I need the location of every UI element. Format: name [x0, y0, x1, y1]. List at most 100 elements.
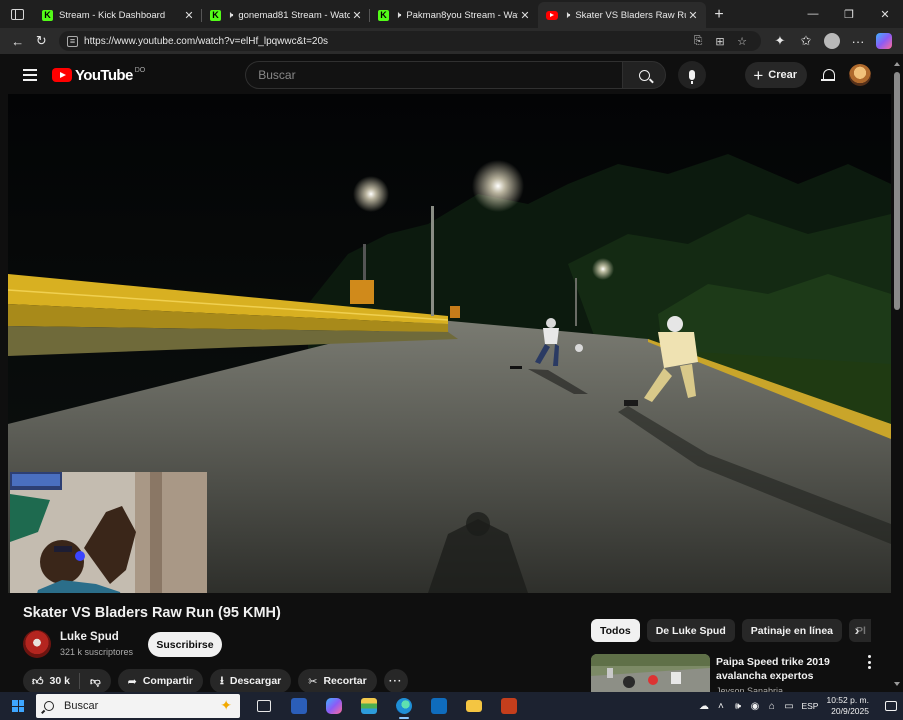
minimize-icon[interactable]: — — [795, 8, 831, 20]
favorite-star-icon[interactable]: ☆ — [731, 35, 753, 48]
outlook-icon — [430, 698, 447, 714]
chip-patinaje-en-linea[interactable]: Patinaje en línea — [741, 619, 843, 642]
clip-button[interactable]: ✂ Recortar — [298, 669, 377, 693]
notifications-bell-icon[interactable] — [821, 68, 835, 82]
scrollbar-thumb[interactable] — [894, 72, 900, 310]
chip-todos[interactable]: Todos — [591, 619, 640, 642]
search-input[interactable] — [258, 68, 623, 82]
video-player[interactable] — [8, 94, 891, 593]
muted-speaker-icon[interactable]: 🕨 — [227, 10, 233, 21]
favorites-button[interactable]: ✩ — [793, 30, 819, 52]
layered-app-icon — [360, 698, 377, 714]
account-avatar[interactable] — [849, 64, 871, 86]
search-bar — [245, 61, 707, 89]
browser-tab-kick-dashboard[interactable]: K Stream - Kick Dashboard ✕ — [34, 2, 202, 28]
tab-title: gonemad81 Stream - Watch — [238, 9, 350, 21]
page-scrollbar[interactable] — [891, 56, 903, 692]
windows-logo-icon — [12, 700, 24, 712]
taskbar-stack-app[interactable] — [351, 692, 386, 720]
powerpoint-icon — [500, 698, 517, 714]
url-text[interactable]: https://www.youtube.com/watch?v=elHf_lpq… — [84, 36, 687, 47]
profile-avatar-icon — [824, 33, 840, 49]
settings-more-button[interactable]: ··· — [845, 30, 871, 52]
browser-tab-pakman8you[interactable]: K 🕨 Pakman8you Stream - Watch ✕ — [370, 2, 538, 28]
recommendation-thumbnail[interactable] — [591, 654, 710, 692]
reading-mode-icon[interactable]: ⎘ — [687, 35, 709, 48]
chevron-right-icon[interactable]: › — [848, 621, 866, 639]
channel-avatar[interactable] — [23, 630, 51, 658]
taskbar-word[interactable] — [281, 692, 316, 720]
new-tab-button[interactable]: + — [706, 2, 732, 28]
volume-icon[interactable]: 🕪 — [729, 701, 746, 712]
scroll-down-arrow-icon[interactable] — [894, 682, 900, 686]
channel-name[interactable]: Luke Spud — [60, 631, 119, 643]
like-dislike-group: 👍︎ 30 k 👎︎ — [23, 669, 111, 693]
browser-tab-gonemad81[interactable]: K 🕨 gonemad81 Stream - Watch ✕ — [202, 2, 370, 28]
tab-actions-menu-button[interactable] — [0, 0, 34, 28]
extensions-button[interactable]: ✦ — [767, 30, 793, 52]
voice-search-button[interactable] — [678, 61, 707, 89]
recommendation-channel[interactable]: Jeyson Sanabria — [716, 685, 783, 692]
restore-icon[interactable]: ❐ — [831, 8, 867, 21]
close-icon[interactable]: ✕ — [182, 9, 196, 22]
microphone-icon — [689, 70, 696, 84]
clock[interactable]: 10:52 p. m. 20/9/2025 — [826, 695, 869, 717]
share-button[interactable]: ➦ Compartir — [117, 669, 204, 693]
scroll-up-arrow-icon[interactable] — [894, 62, 900, 66]
search-box[interactable] — [245, 61, 623, 89]
muted-speaker-icon[interactable]: 🕨 — [395, 10, 401, 21]
address-bar[interactable]: ≡ https://www.youtube.com/watch?v=elHf_l… — [59, 31, 761, 51]
chip-de-luke-spud[interactable]: De Luke Spud — [646, 619, 735, 642]
app-available-icon[interactable]: ⊞ — [709, 35, 731, 48]
related-filter-chips: Todos De Luke Spud Patinaje en línea Pl — [591, 619, 872, 642]
create-button[interactable]: + Crear — [745, 62, 807, 88]
close-icon[interactable]: ✕ — [518, 9, 532, 22]
obs-icon[interactable]: ◉ — [746, 701, 763, 712]
webcam-overlay — [10, 472, 207, 593]
close-icon[interactable]: ✕ — [686, 9, 700, 22]
like-button[interactable]: 👍︎ 30 k — [23, 673, 80, 689]
recommendation-title[interactable]: Paipa Speed trike 2019 avalancha experto… — [716, 655, 856, 683]
browser-tab-strip: K Stream - Kick Dashboard ✕ K 🕨 gonemad8… — [0, 0, 903, 28]
favorites-icon: ✩ — [800, 33, 812, 48]
taskbar-file-explorer[interactable] — [456, 692, 491, 720]
language-indicator[interactable]: ESP — [801, 701, 818, 711]
youtube-logo[interactable]: YouTube DO — [52, 65, 145, 85]
window-close-icon[interactable]: ✕ — [867, 8, 903, 21]
notifications-button[interactable] — [879, 692, 903, 720]
profile-button[interactable] — [819, 30, 845, 52]
copilot-button[interactable] — [871, 30, 897, 52]
download-button[interactable]: ⭳ Descargar — [210, 669, 292, 693]
taskbar-outlook[interactable] — [421, 692, 456, 720]
kick-icon: K — [378, 9, 389, 21]
share-arrow-icon: ➦ — [127, 675, 137, 688]
taskbar-powerpoint[interactable] — [491, 692, 526, 720]
taskbar-search[interactable]: Buscar ✦ — [36, 694, 240, 718]
more-vertical-icon[interactable] — [864, 655, 874, 669]
menu-hamburger-icon[interactable] — [8, 69, 52, 81]
browser-tab-youtube-active[interactable]: 🕨 Skater VS Bladers Raw Run ( ✕ — [538, 2, 706, 28]
more-actions-button[interactable]: ··· — [383, 669, 408, 693]
task-view-button[interactable] — [246, 692, 281, 720]
display-icon[interactable]: ▭ — [780, 701, 797, 712]
chevron-up-icon[interactable]: ˄ — [712, 701, 729, 712]
start-button[interactable] — [0, 692, 36, 720]
network-icon[interactable]: ⌂ — [763, 701, 780, 712]
site-info-icon[interactable]: ≡ — [67, 35, 79, 47]
dislike-button[interactable]: 👎︎ — [80, 675, 111, 688]
taskbar-edge[interactable] — [386, 692, 421, 720]
more-horizontal-icon: ··· — [851, 33, 865, 49]
reload-button[interactable]: ↻ — [30, 30, 54, 52]
back-button[interactable]: ← — [6, 30, 30, 52]
search-button[interactable] — [622, 61, 667, 89]
folder-icon — [465, 700, 482, 712]
copilot-icon — [876, 33, 892, 49]
taskbar-copilot[interactable] — [316, 692, 351, 720]
kick-icon: K — [210, 9, 221, 21]
muted-speaker-icon[interactable]: 🕨 — [564, 10, 570, 21]
share-label: Compartir — [142, 675, 194, 687]
windows-taskbar: Buscar ✦ ☁ ˄ 🕪 ◉ ⌂ ▭ ESP 10:52 p. m. 20/… — [0, 692, 903, 720]
close-icon[interactable]: ✕ — [350, 9, 364, 22]
weather-cloud-icon[interactable]: ☁ — [695, 701, 712, 712]
subscribe-button[interactable]: Suscribirse — [148, 632, 222, 657]
